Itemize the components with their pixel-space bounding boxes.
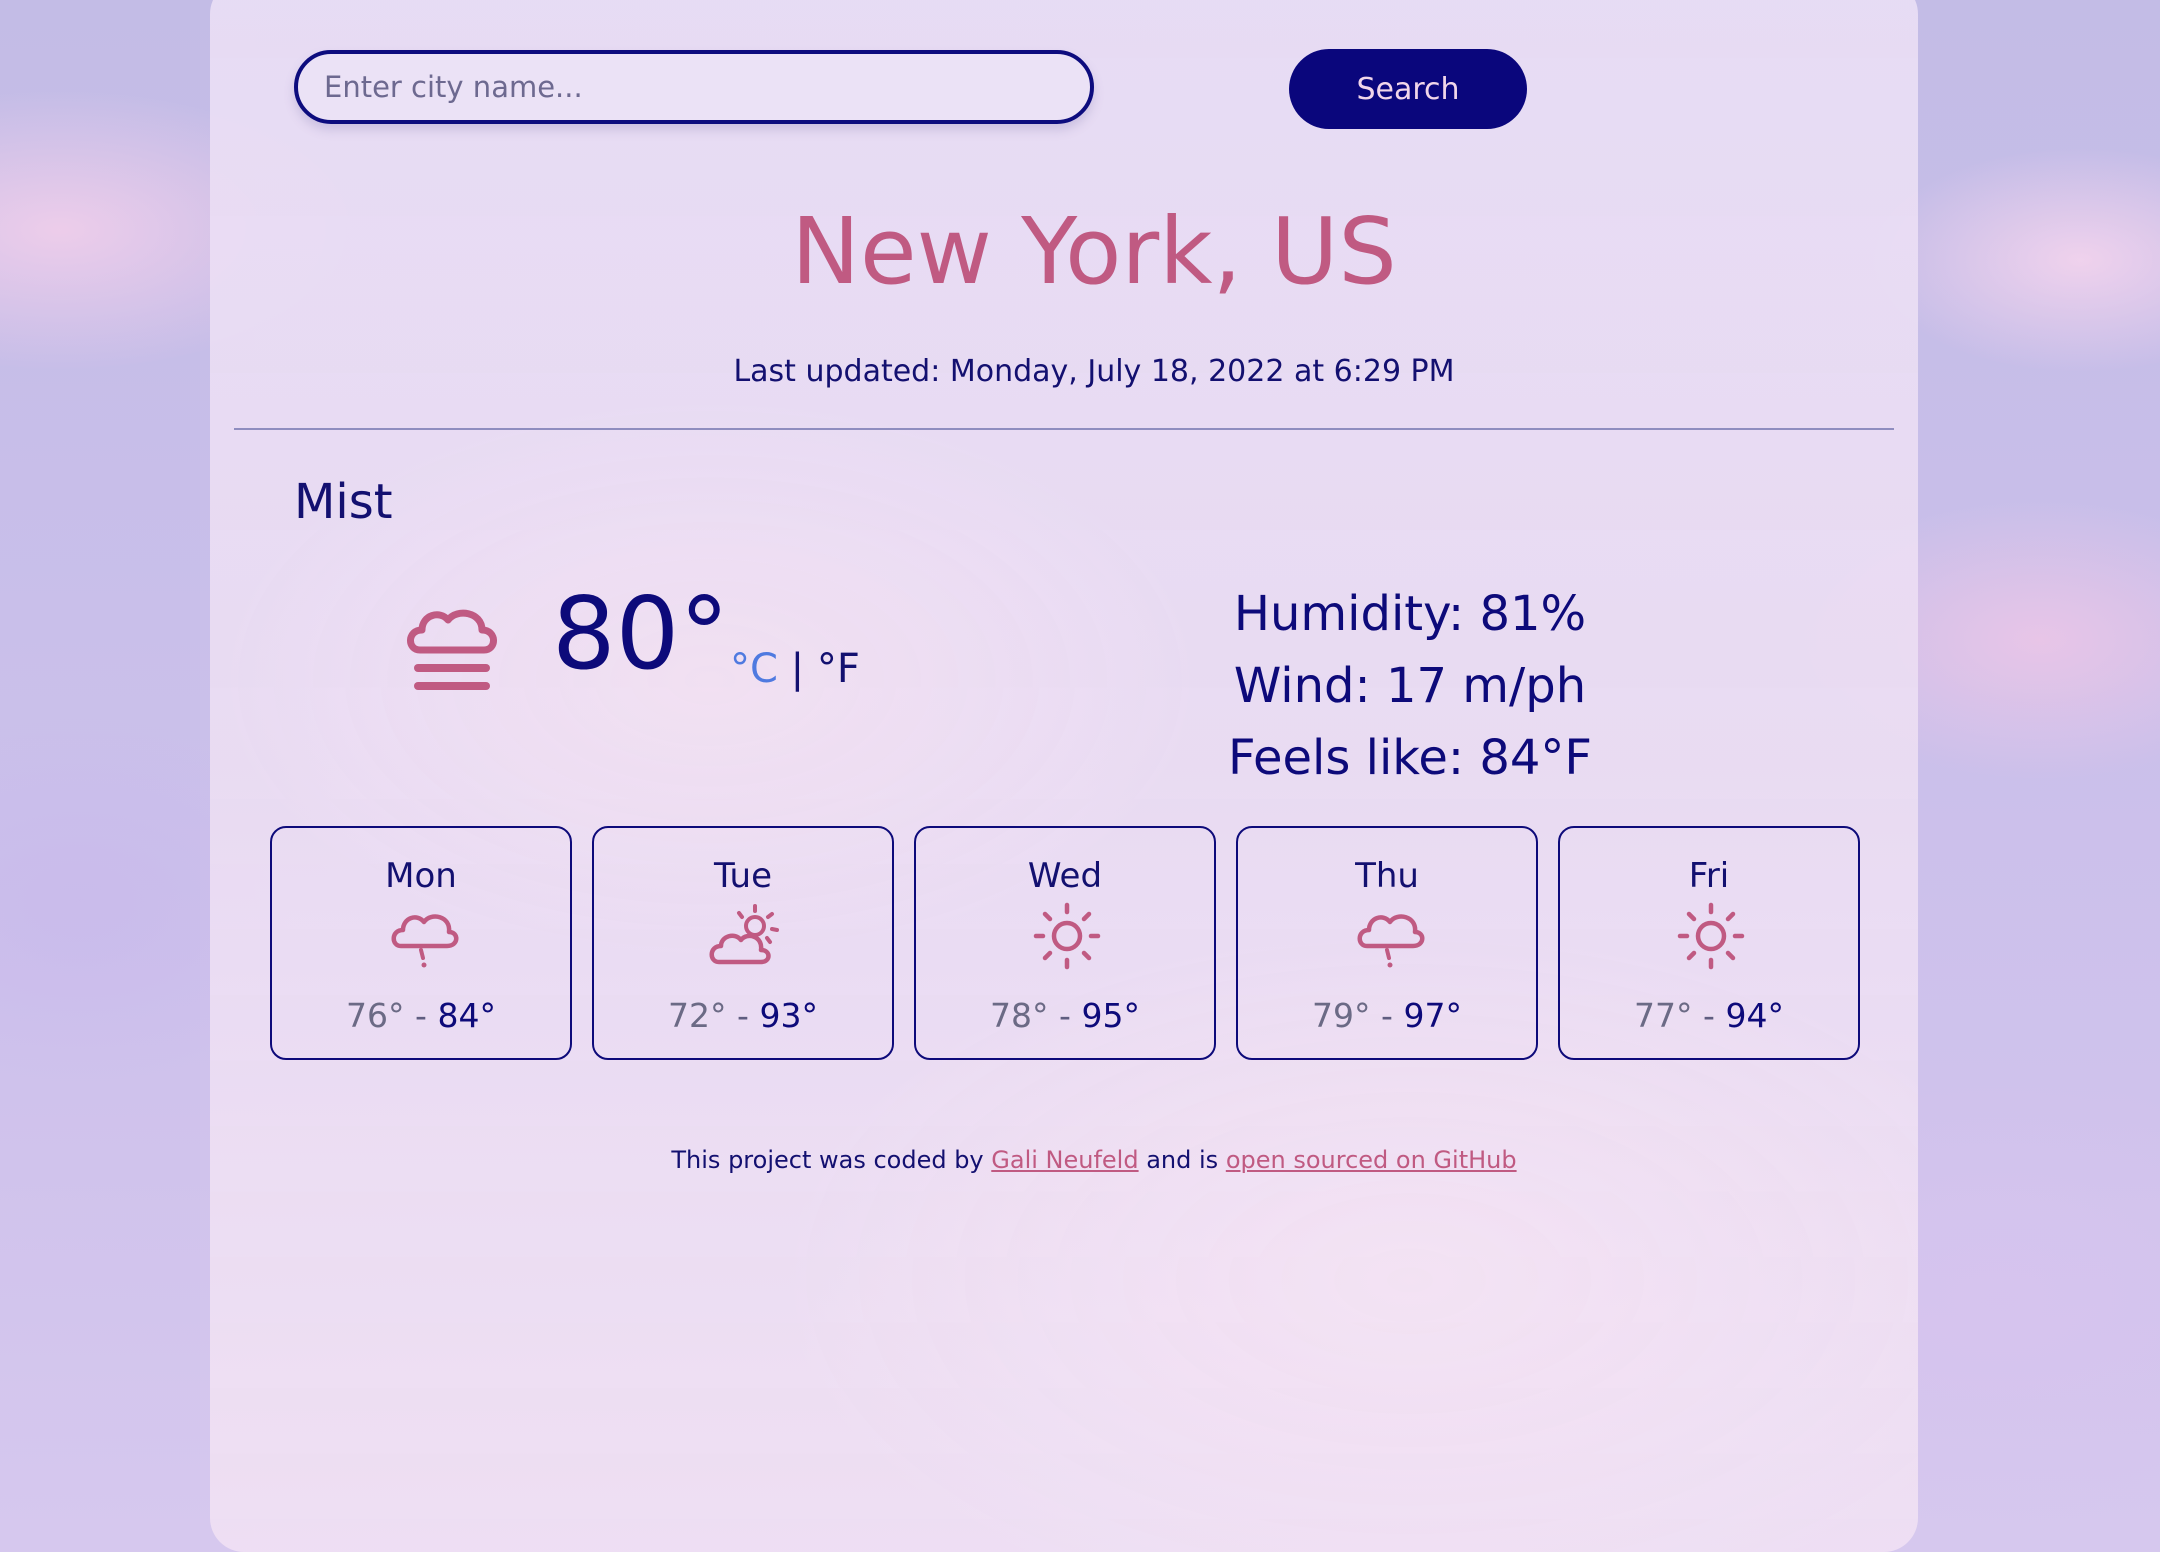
forecast-row: Mon 76° - 84° Tue 72° - 93° Wed 78° - 95… [270, 826, 1860, 1060]
unit-toggle: °C | °F [730, 646, 860, 692]
last-updated-text: Last updated: Monday, July 18, 2022 at 6… [733, 354, 1455, 389]
sun-icon [1033, 902, 1101, 970]
search-button[interactable]: Search [1289, 49, 1527, 129]
footer-prefix: This project was coded by [671, 1146, 992, 1174]
unit-separator: | [790, 646, 805, 692]
github-link[interactable]: open sourced on GitHub [1226, 1146, 1517, 1174]
forecast-temps: 77° - 94° [1560, 996, 1858, 1035]
forecast-day: Thu 79° - 97° [1236, 826, 1538, 1060]
forecast-temps: 76° - 84° [272, 996, 570, 1035]
forecast-max: 95° [1081, 996, 1140, 1035]
forecast-day-name: Wed [1027, 856, 1103, 896]
rain-cloud-icon [1357, 914, 1425, 968]
city-title: New York, US [791, 198, 1397, 305]
current-temperature: 80° [552, 575, 730, 692]
forecast-max: 84° [437, 996, 496, 1035]
footer: This project was coded by Gali Neufeld a… [210, 1146, 1978, 1174]
author-link[interactable]: Gali Neufeld [991, 1146, 1138, 1174]
forecast-separator: - [1059, 996, 1071, 1035]
forecast-max: 97° [1403, 996, 1462, 1035]
forecast-separator: - [1703, 996, 1715, 1035]
rain-cloud-icon [391, 914, 459, 968]
mist-icon [407, 609, 497, 690]
forecast-min: 78° [990, 996, 1049, 1035]
city-search-input[interactable] [294, 50, 1094, 124]
forecast-day: Fri 77° - 94° [1558, 826, 1860, 1060]
forecast-day: Mon 76° - 84° [270, 826, 572, 1060]
forecast-day: Wed 78° - 95° [914, 826, 1216, 1060]
fahrenheit-link[interactable]: °F [817, 646, 860, 692]
celsius-link[interactable]: °C [730, 646, 778, 692]
forecast-day-name: Mon [385, 856, 457, 896]
humidity-text: Humidity: 81% [1233, 586, 1587, 642]
forecast-max: 93° [759, 996, 818, 1035]
forecast-min: 76° [346, 996, 405, 1035]
forecast-temps: 79° - 97° [1238, 996, 1536, 1035]
wind-text: Wind: 17 m/ph [1233, 658, 1587, 714]
forecast-min: 79° [1312, 996, 1371, 1035]
forecast-day-name: Fri [1688, 856, 1730, 896]
forecast-separator: - [415, 996, 427, 1035]
forecast-day: Tue 72° - 93° [592, 826, 894, 1060]
weather-card: Search New York, US Last updated: Monday… [210, 0, 1918, 1552]
forecast-day-name: Thu [1355, 856, 1419, 896]
divider [234, 428, 1894, 430]
forecast-min: 77° [1634, 996, 1693, 1035]
forecast-separator: - [737, 996, 749, 1035]
weather-condition: Mist [294, 474, 393, 530]
footer-middle: and is [1138, 1146, 1226, 1174]
forecast-day-name: Tue [713, 856, 773, 896]
sun-icon [1677, 902, 1745, 970]
forecast-min: 72° [668, 996, 727, 1035]
forecast-separator: - [1381, 996, 1393, 1035]
partly-cloudy-icon [709, 904, 779, 965]
feels-like-text: Feels like: 84°F [1227, 730, 1593, 786]
forecast-temps: 72° - 93° [594, 996, 892, 1035]
weather-details: Humidity: 81% Wind: 17 m/ph Feels like: … [1210, 578, 1610, 794]
forecast-temps: 78° - 95° [916, 996, 1214, 1035]
forecast-max: 94° [1725, 996, 1784, 1035]
